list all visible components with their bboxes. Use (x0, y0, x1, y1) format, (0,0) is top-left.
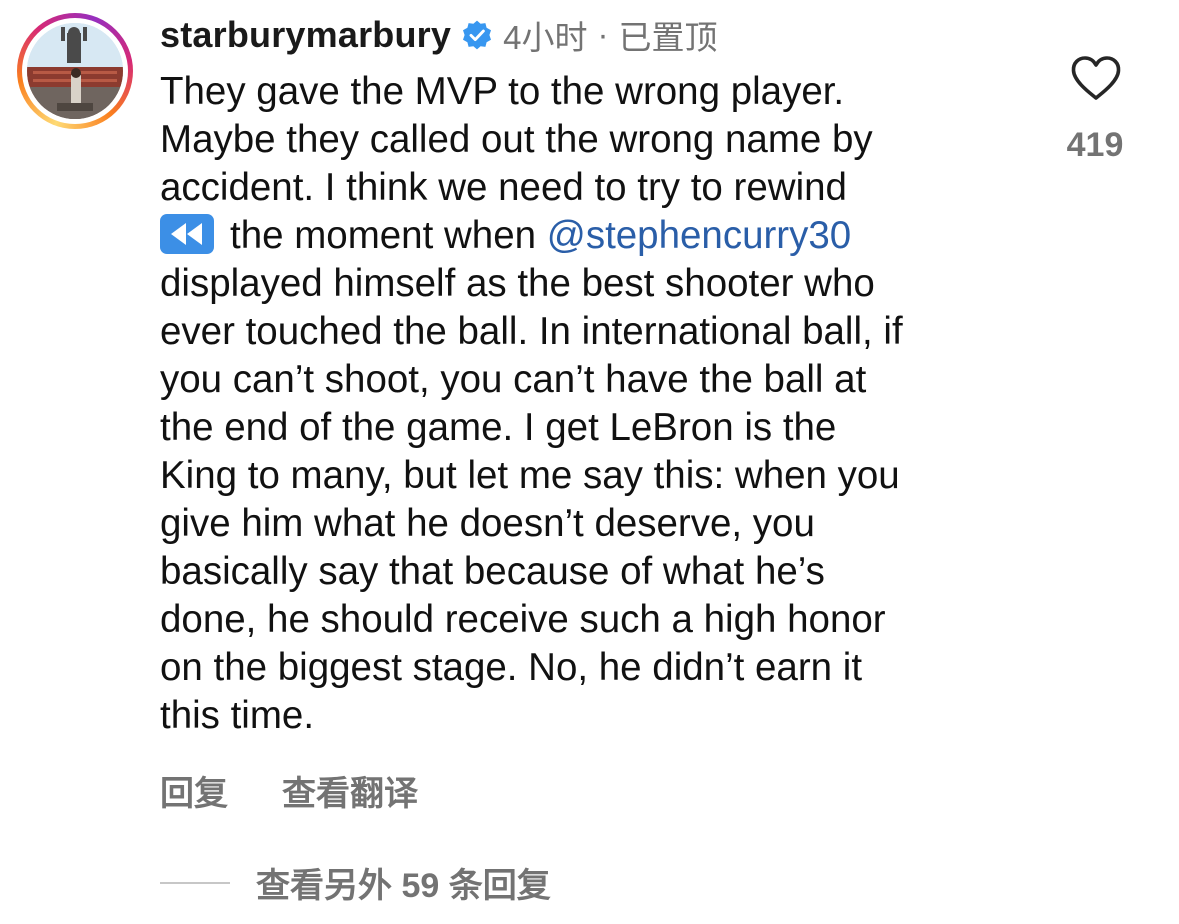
comment-line: give him what he doesn’t deserve, you (160, 502, 815, 545)
comment-header: starburymarbury 4小时 · 已置顶 (160, 10, 717, 60)
comment-timestamp: 4小时 (503, 19, 588, 56)
comment-line: King to many, but let me say this: when … (160, 454, 900, 497)
comment-line: They gave the MVP to the wrong player. (160, 70, 845, 113)
avatar[interactable] (27, 23, 123, 119)
separator-dot: · (597, 16, 609, 53)
comment-line-text: the moment when (230, 214, 547, 257)
comment-line: ever touched the ball. In international … (160, 310, 903, 353)
comment-line: this time. (160, 694, 315, 737)
comment-text: They gave the MVP to the wrong player. M… (160, 68, 1040, 740)
avatar-story-ring[interactable] (17, 13, 133, 129)
comment-line: basically say that because of what he’s (160, 550, 825, 593)
view-more-replies[interactable]: 查看另外 59 条回复 (160, 858, 551, 907)
comment-actions: 回复 查看翻译 (160, 766, 418, 815)
verified-badge-icon (463, 20, 492, 50)
mention-link[interactable]: @stephencurry30 (547, 214, 851, 257)
view-more-replies-label[interactable]: 查看另外 59 条回复 (256, 858, 551, 907)
comment-line: you can’t shoot, you can’t have the ball… (160, 358, 867, 401)
reply-button[interactable]: 回复 (160, 766, 228, 815)
comment-line: displayed himself as the best shooter wh… (160, 262, 875, 305)
like-count: 419 (1066, 126, 1124, 164)
comment-line: accident. I think we need to try to rewi… (160, 166, 847, 209)
see-translation-button[interactable]: 查看翻译 (282, 766, 418, 815)
comment-line: Maybe they called out the wrong name by (160, 118, 873, 161)
avatar-frame (22, 18, 128, 124)
comment-line: the end of the game. I get LeBron is the (160, 406, 837, 449)
pinned-label: 已置顶 (618, 19, 718, 56)
comment-line: the moment when @stephencurry30 (160, 212, 1040, 260)
rewind-emoji-icon (160, 214, 214, 254)
avatar-photo (27, 23, 123, 119)
replies-divider-line (160, 881, 230, 884)
comment-line: done, he should receive such a high hono… (160, 598, 886, 641)
comment-line: on the biggest stage. No, he didn’t earn… (160, 646, 863, 689)
username-link[interactable]: starburymarbury (160, 14, 451, 56)
heart-icon[interactable] (1070, 55, 1122, 101)
comment-item: starburymarbury 4小时 · 已置顶 They gave the … (0, 0, 1179, 924)
